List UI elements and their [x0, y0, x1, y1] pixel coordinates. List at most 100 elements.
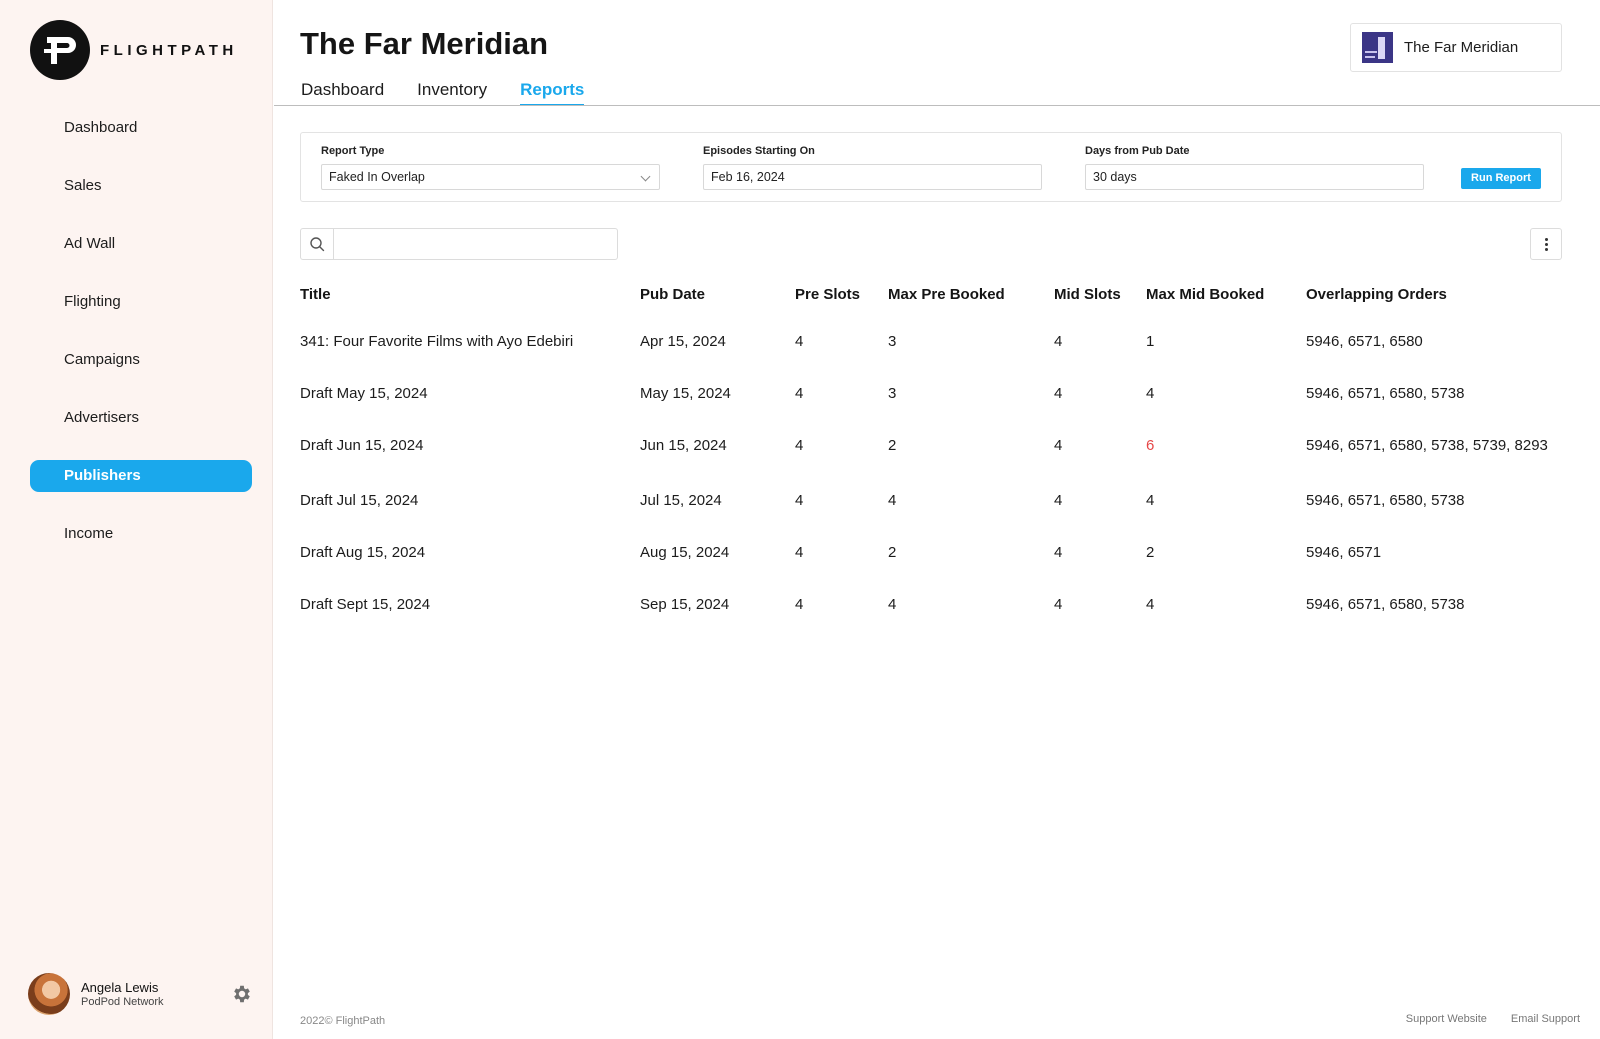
- cell-max-mid-booked: 4: [1146, 596, 1155, 613]
- chevron-down-icon: [640, 171, 651, 182]
- cell-title: Draft Aug 15, 2024: [300, 544, 426, 561]
- report-type-group: Report Type Faked In Overlap: [321, 145, 660, 190]
- cell-max-mid-booked: 6: [1146, 437, 1155, 454]
- cell-max-mid-booked: 4: [1146, 385, 1155, 402]
- cell-overlapping-orders: 5946, 6571, 6580, 5738: [1306, 385, 1465, 402]
- column-header-mid-slots[interactable]: Mid Slots: [1054, 286, 1121, 303]
- cell-mid-slots: 4: [1054, 492, 1063, 509]
- footer-links: Support Website Email Support: [1382, 1013, 1580, 1025]
- cell-title: Draft Sept 15, 2024: [300, 596, 431, 613]
- cell-pub-date: Aug 15, 2024: [640, 544, 730, 561]
- sidebar-nav: Dashboard Sales Ad Wall Flighting Campai…: [30, 112, 252, 576]
- user-org: PodPod Network: [81, 996, 164, 1008]
- copyright: 2022© FlightPath: [300, 1015, 386, 1027]
- sidebar-item-income[interactable]: Income: [30, 518, 252, 550]
- episodes-start-label: Episodes Starting On: [703, 145, 815, 157]
- user-info: Angela Lewis PodPod Network: [81, 980, 231, 1008]
- report-type-select[interactable]: Faked In Overlap: [321, 164, 660, 190]
- tab-inventory[interactable]: Inventory: [417, 80, 487, 105]
- sidebar-item-dashboard[interactable]: Dashboard: [30, 112, 252, 144]
- days-from-pub-group: Days from Pub Date 30 days: [1085, 145, 1424, 190]
- cell-max-pre-booked: 2: [888, 437, 897, 454]
- search-input[interactable]: [334, 229, 617, 259]
- cell-overlapping-orders: 5946, 6571, 6580: [1306, 333, 1423, 350]
- sidebar-item-campaigns[interactable]: Campaigns: [30, 344, 252, 376]
- search-icon[interactable]: [301, 229, 334, 259]
- report-type-value: Faked In Overlap: [329, 170, 425, 184]
- run-report-button[interactable]: Run Report: [1461, 168, 1541, 189]
- cell-pre-slots: 4: [795, 492, 804, 509]
- column-header-title[interactable]: Title: [300, 286, 331, 303]
- cell-max-pre-booked: 4: [888, 492, 897, 509]
- cell-pub-date: May 15, 2024: [640, 385, 731, 402]
- column-header-pre-slots[interactable]: Pre Slots: [795, 286, 860, 303]
- sidebar-item-sales[interactable]: Sales: [30, 170, 252, 202]
- tab-dashboard[interactable]: Dashboard: [301, 80, 384, 105]
- cell-mid-slots: 4: [1054, 333, 1063, 350]
- cell-mid-slots: 4: [1054, 596, 1063, 613]
- gear-icon[interactable]: [231, 983, 253, 1005]
- cell-title: Draft May 15, 2024: [300, 385, 428, 402]
- cell-pub-date: Sep 15, 2024: [640, 596, 730, 613]
- cell-overlapping-orders: 5946, 6571, 6580, 5738: [1306, 596, 1465, 613]
- flightpath-logo-icon: [30, 20, 90, 80]
- table-header: Title Pub Date Pre Slots Max Pre Booked …: [300, 282, 1562, 306]
- column-header-max-mid-booked[interactable]: Max Mid Booked: [1146, 286, 1264, 303]
- avatar[interactable]: [28, 973, 70, 1015]
- sidebar-item-flighting[interactable]: Flighting: [30, 286, 252, 318]
- support-website-link[interactable]: Support Website: [1406, 1013, 1487, 1025]
- search-box: [300, 228, 618, 260]
- column-header-pub-date[interactable]: Pub Date: [640, 286, 705, 303]
- column-header-max-pre-booked[interactable]: Max Pre Booked: [888, 286, 1005, 303]
- cell-max-mid-booked: 4: [1146, 492, 1155, 509]
- cell-max-pre-booked: 4: [888, 596, 897, 613]
- table-row[interactable]: 341: Four Favorite Films with Ayo Edebir…: [300, 333, 1562, 355]
- cell-mid-slots: 4: [1054, 544, 1063, 561]
- table-row[interactable]: Draft Aug 15, 2024 Aug 15, 2024 4 2 4 2 5946, …: [300, 544, 1562, 566]
- cell-pub-date: Jul 15, 2024: [640, 492, 722, 509]
- page-title: The Far Meridian: [300, 26, 549, 61]
- sidebar-item-ad-wall[interactable]: Ad Wall: [30, 228, 252, 260]
- table-row[interactable]: Draft Jun 15, 2024 Jun 15, 2024 4 2 4 6 5946, …: [300, 437, 1562, 459]
- cell-pre-slots: 4: [795, 437, 804, 454]
- publisher-selector[interactable]: The Far Meridian: [1350, 23, 1562, 72]
- cell-overlapping-orders: 5946, 6571: [1306, 544, 1382, 561]
- sidebar: FLIGHTPATH Dashboard Sales Ad Wall Fligh…: [0, 0, 273, 1039]
- cell-pub-date: Apr 15, 2024: [640, 333, 726, 350]
- cell-mid-slots: 4: [1054, 437, 1063, 454]
- cell-mid-slots: 4: [1054, 385, 1063, 402]
- report-filters: Report Type Faked In Overlap Episodes St…: [300, 132, 1562, 202]
- episodes-start-group: Episodes Starting On Feb 16, 2024: [703, 145, 1042, 190]
- cell-pub-date: Jun 15, 2024: [640, 437, 727, 454]
- table-row[interactable]: Draft May 15, 2024 May 15, 2024 4 3 4 4 5946, …: [300, 385, 1562, 407]
- page-tabs: Dashboard Inventory Reports: [301, 80, 617, 106]
- cell-pre-slots: 4: [795, 544, 804, 561]
- cell-pre-slots: 4: [795, 333, 804, 350]
- cell-pre-slots: 4: [795, 596, 804, 613]
- user-profile: Angela Lewis PodPod Network: [28, 973, 253, 1015]
- days-from-pub-input[interactable]: 30 days: [1085, 164, 1424, 190]
- days-from-pub-label: Days from Pub Date: [1085, 145, 1190, 157]
- report-table: Title Pub Date Pre Slots Max Pre Booked …: [300, 282, 1562, 613]
- cell-max-pre-booked: 3: [888, 333, 897, 350]
- tab-reports[interactable]: Reports: [520, 80, 585, 106]
- brand-logo[interactable]: FLIGHTPATH: [30, 20, 238, 80]
- cell-pre-slots: 4: [795, 385, 804, 402]
- column-header-overlapping-orders[interactable]: Overlapping Orders: [1306, 286, 1447, 303]
- publisher-artwork: [1362, 32, 1393, 63]
- cell-max-mid-booked: 1: [1146, 333, 1155, 350]
- sidebar-item-publishers[interactable]: Publishers: [30, 460, 252, 492]
- cell-overlapping-orders: 5946, 6571, 6580, 5738: [1306, 492, 1465, 509]
- more-options-icon[interactable]: [1530, 228, 1562, 260]
- episodes-start-input[interactable]: Feb 16, 2024: [703, 164, 1042, 190]
- sidebar-item-advertisers[interactable]: Advertisers: [30, 402, 252, 434]
- email-support-link[interactable]: Email Support: [1511, 1013, 1580, 1025]
- table-row[interactable]: Draft Sept 15, 2024 Sep 15, 2024 4 4 4 4 5946,…: [300, 596, 1562, 618]
- publisher-name: The Far Meridian: [1404, 39, 1519, 56]
- cell-max-pre-booked: 3: [888, 385, 897, 402]
- table-row[interactable]: Draft Jul 15, 2024 Jul 15, 2024 4 4 4 4 5946, …: [300, 492, 1562, 514]
- cell-title: Draft Jun 15, 2024: [300, 437, 424, 454]
- cell-max-mid-booked: 2: [1146, 544, 1155, 561]
- cell-max-pre-booked: 2: [888, 544, 897, 561]
- episodes-start-value: Feb 16, 2024: [711, 170, 785, 184]
